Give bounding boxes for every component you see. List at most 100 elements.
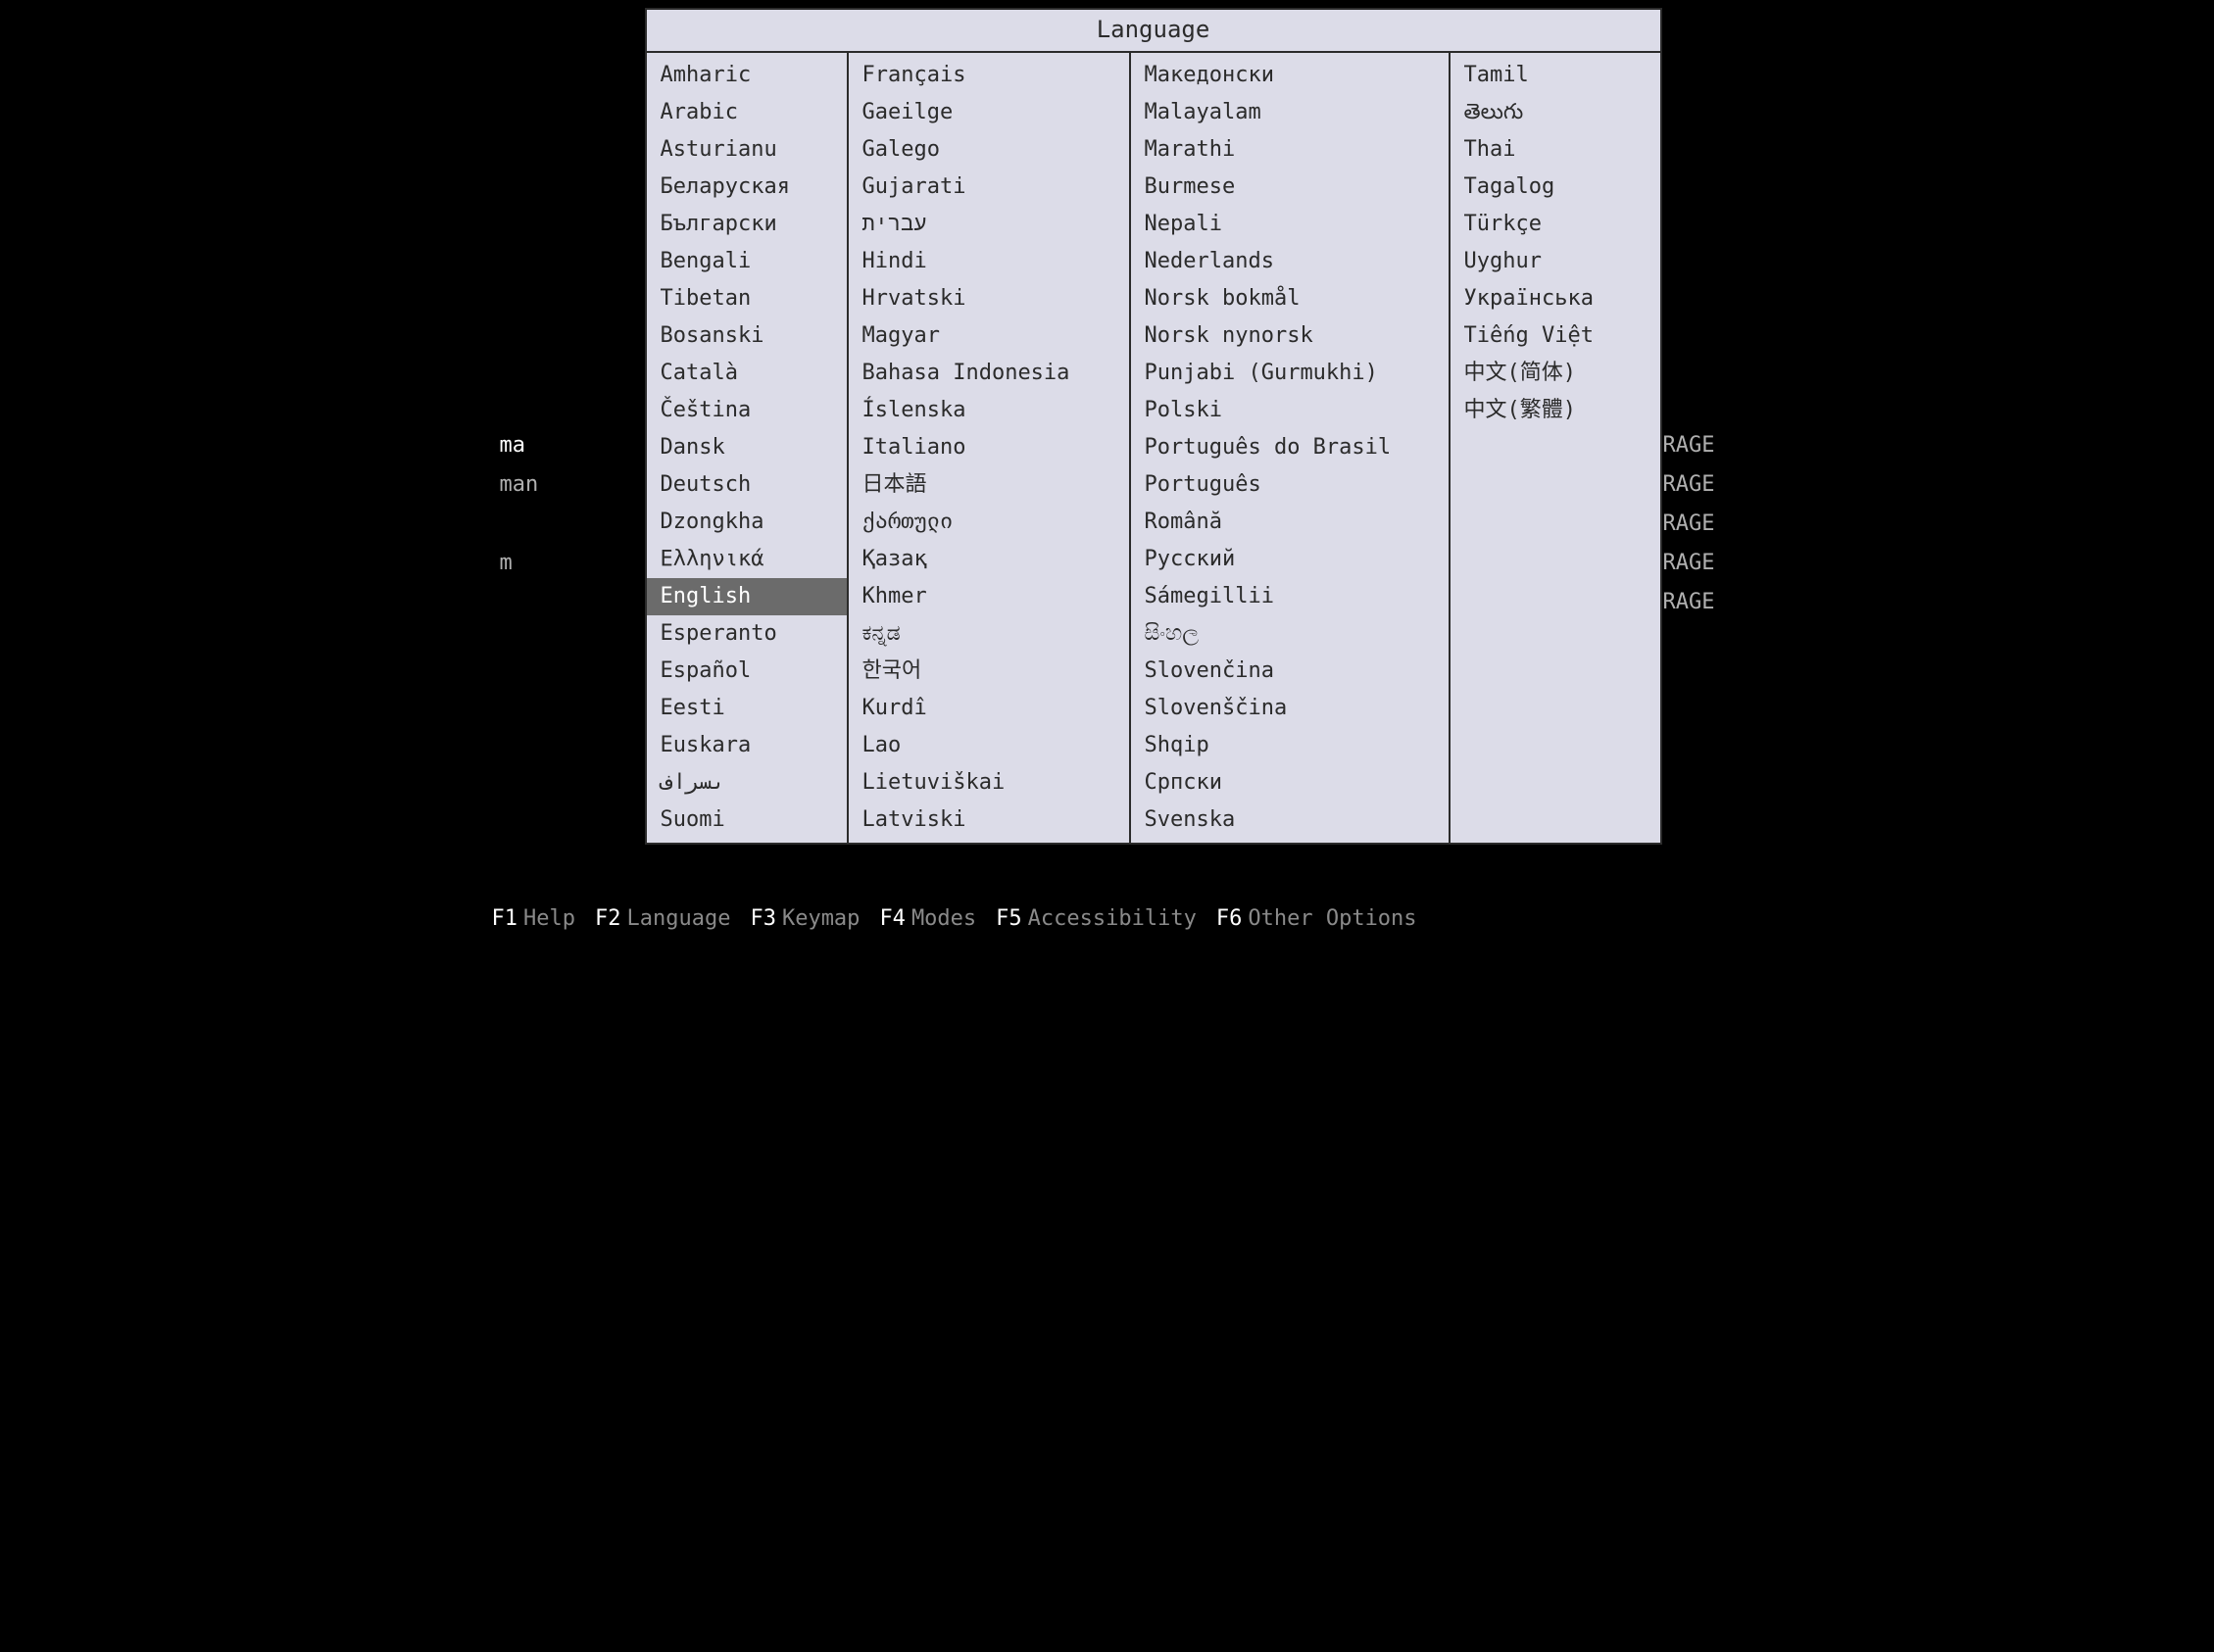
language-option[interactable]: Bengali [647, 243, 847, 280]
language-option[interactable]: Українська [1451, 280, 1660, 317]
language-option[interactable]: Kurdî [849, 690, 1129, 727]
fkey-key: F5 [996, 906, 1022, 931]
fkey-label: Language [620, 906, 730, 931]
language-option[interactable]: Русский [1131, 541, 1449, 578]
language-option[interactable]: Eesti [647, 690, 847, 727]
language-option[interactable]: Nepali [1131, 206, 1449, 243]
language-option[interactable]: Suomi [647, 802, 847, 839]
background-text-left: man [500, 465, 539, 505]
fkey-key: F3 [750, 906, 776, 931]
language-option[interactable]: සිංහල [1131, 615, 1449, 653]
language-option[interactable]: ىسراف [647, 764, 847, 802]
language-column: FrançaisGaeilgeGalegoGujaratiעבריתHindiH… [849, 53, 1131, 843]
language-option[interactable]: Marathi [1131, 131, 1449, 169]
fkey-f5[interactable]: F5Accessibility [996, 906, 1197, 931]
fkey-key: F6 [1216, 906, 1243, 931]
language-option[interactable]: Shqip [1131, 727, 1449, 764]
language-option[interactable]: Asturianu [647, 131, 847, 169]
language-option[interactable]: Punjabi (Gurmukhi) [1131, 355, 1449, 392]
language-option[interactable]: Esperanto [647, 615, 847, 653]
fkey-label: Help [517, 906, 575, 931]
language-option[interactable]: Norsk nynorsk [1131, 317, 1449, 355]
language-option[interactable]: Arabic [647, 94, 847, 131]
language-option[interactable]: ಕನ್ನಡ [849, 615, 1129, 653]
language-option[interactable]: Galego [849, 131, 1129, 169]
language-option[interactable]: Polski [1131, 392, 1449, 429]
language-option[interactable]: Burmese [1131, 169, 1449, 206]
language-option[interactable]: Uyghur [1451, 243, 1660, 280]
language-option[interactable]: Slovenčina [1131, 653, 1449, 690]
language-option[interactable]: Čeština [647, 392, 847, 429]
language-option[interactable]: Português [1131, 466, 1449, 504]
language-option[interactable]: Nederlands [1131, 243, 1449, 280]
language-option[interactable]: Thai [1451, 131, 1660, 169]
language-option[interactable]: Tiếng Việt [1451, 317, 1660, 355]
language-option[interactable]: Euskara [647, 727, 847, 764]
language-option[interactable]: Lietuviškai [849, 764, 1129, 802]
fkey-key: F1 [492, 906, 518, 931]
background-text-left: m [500, 544, 513, 583]
fkey-label: Other Options [1242, 906, 1416, 931]
fkey-key: F4 [879, 906, 906, 931]
boot-screen: maD STORAGEmanGB STORAGETORAGEm STORAGET… [480, 0, 1735, 941]
language-option[interactable]: Íslenska [849, 392, 1129, 429]
language-option[interactable]: Magyar [849, 317, 1129, 355]
fkey-f3[interactable]: F3Keymap [750, 906, 860, 931]
language-option[interactable]: Català [647, 355, 847, 392]
language-option[interactable]: English [647, 578, 847, 615]
language-option[interactable]: Italiano [849, 429, 1129, 466]
language-option[interactable]: Svenska [1131, 802, 1449, 839]
language-option[interactable]: Español [647, 653, 847, 690]
language-dialog: Language AmharicArabicAsturianuБеларуска… [645, 8, 1662, 845]
language-option[interactable]: Khmer [849, 578, 1129, 615]
fkey-f2[interactable]: F2Language [595, 906, 730, 931]
language-option[interactable]: Македонски [1131, 57, 1449, 94]
language-option[interactable]: Lao [849, 727, 1129, 764]
language-option[interactable]: Tibetan [647, 280, 847, 317]
language-option[interactable]: 日本語 [849, 466, 1129, 504]
language-option[interactable]: Français [849, 57, 1129, 94]
fkey-label: Accessibility [1022, 906, 1197, 931]
language-option[interactable]: Tamil [1451, 57, 1660, 94]
language-option[interactable]: Dzongkha [647, 504, 847, 541]
language-option[interactable]: Беларуская [647, 169, 847, 206]
language-option[interactable]: Български [647, 206, 847, 243]
fkey-f1[interactable]: F1Help [492, 906, 575, 931]
language-option[interactable]: עברית [849, 206, 1129, 243]
language-option[interactable]: Slovenščina [1131, 690, 1449, 727]
language-option[interactable]: Norsk bokmål [1131, 280, 1449, 317]
language-option[interactable]: Hrvatski [849, 280, 1129, 317]
language-option[interactable]: Português do Brasil [1131, 429, 1449, 466]
language-column: МакедонскиMalayalamMarathiBurmeseNepaliN… [1131, 53, 1451, 843]
fkey-key: F2 [595, 906, 621, 931]
language-column: TamilతెలుగుThaiTagalogTürkçeUyghurУкраїн… [1451, 53, 1660, 447]
language-option[interactable]: Bosanski [647, 317, 847, 355]
background-text-left: ma [500, 426, 526, 465]
language-option[interactable]: Српски [1131, 764, 1449, 802]
language-option[interactable]: Deutsch [647, 466, 847, 504]
fkey-f4[interactable]: F4Modes [879, 906, 976, 931]
language-option[interactable]: Română [1131, 504, 1449, 541]
language-option[interactable]: Hindi [849, 243, 1129, 280]
language-option[interactable]: Sámegillii [1131, 578, 1449, 615]
language-option[interactable]: Gaeilge [849, 94, 1129, 131]
language-option[interactable]: Gujarati [849, 169, 1129, 206]
fkey-f6[interactable]: F6Other Options [1216, 906, 1417, 931]
language-column: AmharicArabicAsturianuБеларускаяБългарск… [647, 53, 849, 843]
language-option[interactable]: 中文(简体) [1451, 355, 1660, 392]
language-option[interactable]: Malayalam [1131, 94, 1449, 131]
fkey-label: Keymap [776, 906, 860, 931]
language-option[interactable]: Dansk [647, 429, 847, 466]
language-option[interactable]: Ελληνικά [647, 541, 847, 578]
language-option[interactable]: Türkçe [1451, 206, 1660, 243]
language-option[interactable]: Қазақ [849, 541, 1129, 578]
function-key-bar: F1Help F2Language F3Keymap F4Modes F5Accessi… [492, 906, 1723, 931]
language-option[interactable]: 中文(繁體) [1451, 392, 1660, 429]
language-option[interactable]: 한국어 [849, 653, 1129, 690]
language-option[interactable]: Bahasa Indonesia [849, 355, 1129, 392]
language-option[interactable]: Amharic [647, 57, 847, 94]
language-option[interactable]: Latviski [849, 802, 1129, 839]
language-option[interactable]: తెలుగు [1451, 94, 1660, 131]
language-option[interactable]: Tagalog [1451, 169, 1660, 206]
language-option[interactable]: ქართული [849, 504, 1129, 541]
